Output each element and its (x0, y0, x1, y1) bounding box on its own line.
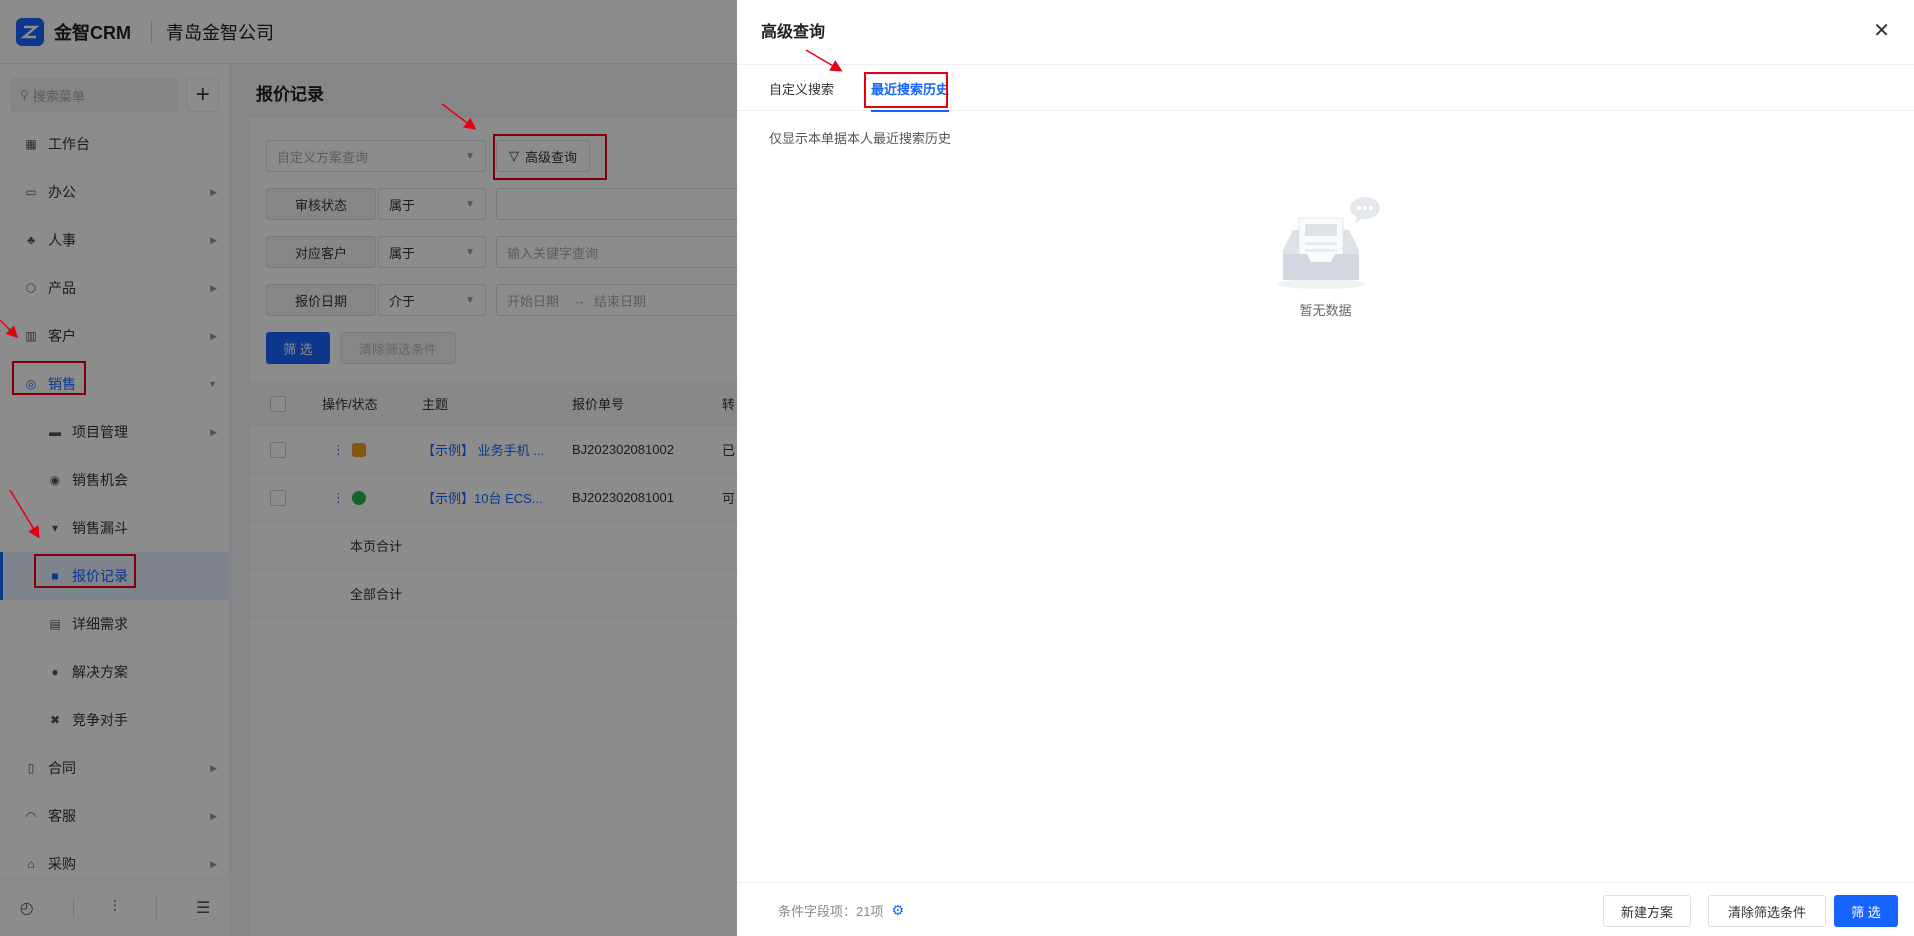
close-icon[interactable]: ✕ (1873, 18, 1890, 43)
drawer-tabs: 自定义搜索 最近搜索历史 (737, 64, 1914, 112)
empty-state: 暂无数据 (737, 192, 1914, 319)
empty-inbox-icon (1276, 197, 1380, 289)
drawer-footer: 条件字段项：21项 ⚙ 新建方案 清除筛选条件 筛 选 (737, 882, 1914, 936)
modal-overlay[interactable] (0, 0, 737, 936)
settings-icon[interactable]: ⚙ (891, 902, 904, 919)
tab-custom-search[interactable]: 自定义搜索 (769, 65, 834, 111)
empty-text: 暂无数据 (1299, 303, 1352, 318)
clear-filter-button[interactable]: 清除筛选条件 (1708, 895, 1826, 927)
annotation-box-recent-tab (864, 72, 948, 108)
condition-field-info: 条件字段项：21项 ⚙ (778, 902, 905, 919)
new-scheme-button[interactable]: 新建方案 (1603, 895, 1691, 927)
history-hint: 仅显示本单据本人最近搜索历史 (769, 131, 952, 146)
filter-button[interactable]: 筛 选 (1834, 895, 1898, 927)
advanced-search-drawer: 高级查询 ✕ 自定义搜索 最近搜索历史 仅显示本单据本人最近搜索历史 暂无数据 … (737, 0, 1914, 936)
drawer-title: 高级查询 (761, 24, 826, 41)
